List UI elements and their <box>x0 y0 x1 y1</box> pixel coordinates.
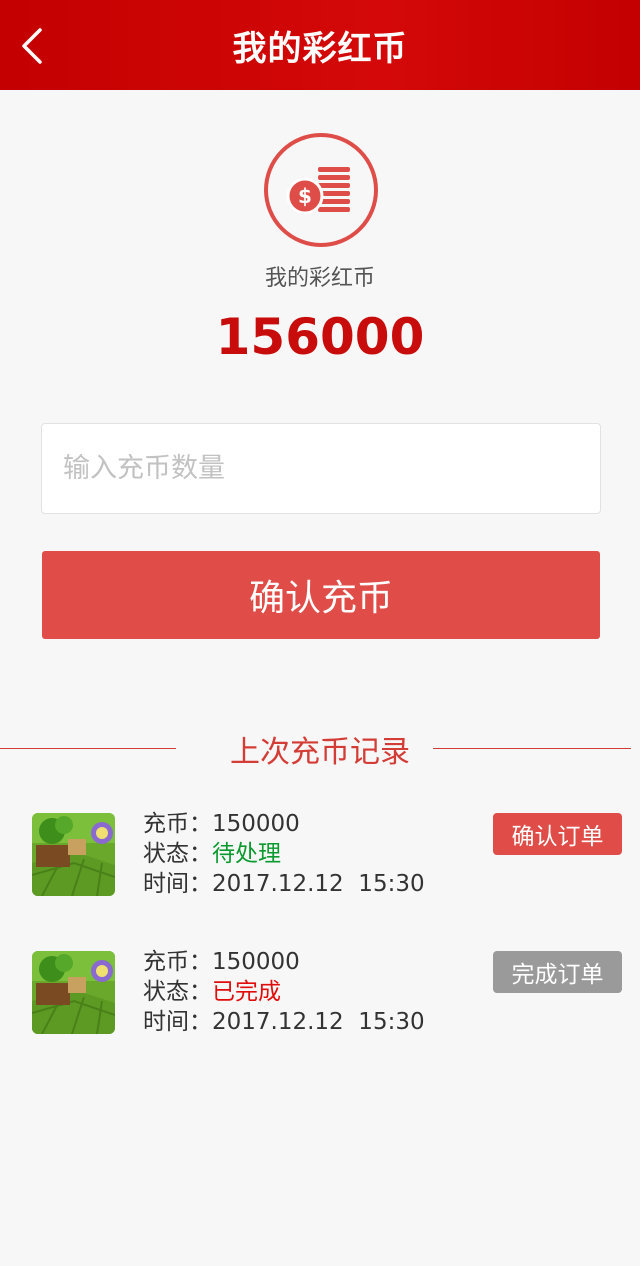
record-status: 已完成 <box>212 979 281 1005</box>
record-info: 充币：150000 状态：待处理 时间：2017.12.12 15:30 <box>143 809 425 899</box>
record-amount-row: 充币：150000 <box>143 949 300 975</box>
record-amount-row: 充币：150000 <box>143 811 300 837</box>
record-time: 2017.12.12 15:30 <box>212 1009 425 1035</box>
coins-icon: $ <box>264 133 378 247</box>
record-amount: 150000 <box>212 949 300 975</box>
game-thumbnail-image <box>32 951 115 1034</box>
record-status-row: 状态：已完成 <box>143 979 281 1005</box>
history-header: 上次充币记录 <box>0 727 640 771</box>
back-button[interactable] <box>18 26 58 66</box>
svg-text:$: $ <box>298 184 312 208</box>
balance-amount: 156000 <box>215 308 425 366</box>
history-record: 充币：150000 状态：待处理 时间：2017.12.12 15:30 确认订… <box>0 811 640 913</box>
page-title: 我的彩红币 <box>232 28 408 69</box>
record-amount: 150000 <box>212 811 300 837</box>
balance-label: 我的彩红币 <box>264 266 375 291</box>
recharge-input-box <box>41 423 601 514</box>
record-status-row: 状态：待处理 <box>143 841 281 867</box>
record-time: 2017.12.12 15:30 <box>212 871 425 897</box>
recharge-amount-input[interactable] <box>42 424 600 513</box>
confirm-recharge-button[interactable]: 确认充币 <box>42 551 600 639</box>
confirm-order-button[interactable]: 确认订单 <box>493 813 622 855</box>
record-time-row: 时间：2017.12.12 15:30 <box>143 1009 425 1035</box>
chevron-left-icon <box>22 28 42 64</box>
divider-right <box>433 748 631 749</box>
history-title: 上次充币记录 <box>230 735 410 770</box>
top-bar: 我的彩红币 <box>0 0 640 90</box>
record-status: 待处理 <box>212 841 281 867</box>
game-thumbnail-image <box>32 813 115 896</box>
record-time-row: 时间：2017.12.12 15:30 <box>143 871 425 897</box>
history-record: 充币：150000 状态：已完成 时间：2017.12.12 15:30 完成订… <box>0 949 640 1051</box>
record-info: 充币：150000 状态：已完成 时间：2017.12.12 15:30 <box>143 947 425 1037</box>
complete-order-button[interactable]: 完成订单 <box>493 951 622 993</box>
